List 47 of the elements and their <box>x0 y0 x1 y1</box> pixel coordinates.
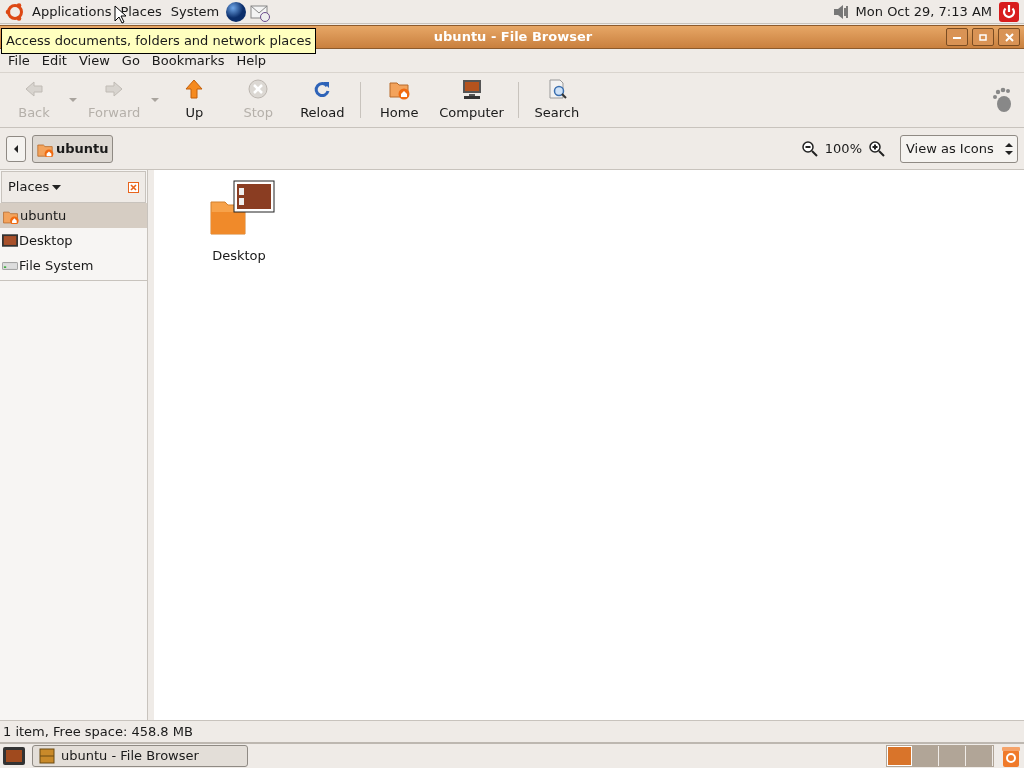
panel-menu[interactable]: Applications <box>28 0 116 23</box>
minimize-icon <box>953 35 961 39</box>
power-icon[interactable] <box>998 0 1020 23</box>
computer-icon <box>460 77 483 100</box>
toolbar-button[interactable]: Home <box>367 75 432 125</box>
zoom-level: 100% <box>824 139 862 158</box>
close-button[interactable] <box>998 28 1020 46</box>
footprint-logo-icon <box>990 87 1014 113</box>
tooltip: Access documents, folders and network places <box>1 28 317 54</box>
status-text: 1 item, Free space: 458.8 MB <box>3 722 193 741</box>
up-arrow-icon <box>183 77 206 100</box>
volume-icon[interactable] <box>831 2 850 21</box>
view-dropdown[interactable]: View as Icons <box>900 134 1018 163</box>
window-title: ubuntu - File Browser <box>433 28 593 47</box>
trash-icon[interactable] <box>1000 744 1022 768</box>
toolbar-button[interactable]: Computer <box>431 75 512 125</box>
taskbar-button[interactable]: ubuntu - File Browser <box>32 745 248 767</box>
sidebar-item[interactable]: File System <box>0 253 147 278</box>
sidebar-item[interactable]: Desktop <box>0 228 147 253</box>
panel-menu[interactable]: System <box>166 0 224 23</box>
monitor-icon <box>2 234 18 247</box>
stop-icon <box>247 77 270 100</box>
maximize-icon <box>979 33 987 41</box>
zoom-out-icon[interactable] <box>800 139 819 158</box>
zoom-in-icon[interactable] <box>868 139 886 158</box>
left-arrow-icon <box>13 144 19 153</box>
sidebar-item[interactable]: ubuntu <box>0 203 147 228</box>
maximize-button[interactable] <box>972 28 994 46</box>
updown-arrows-icon <box>1005 141 1013 156</box>
drive-icon <box>2 261 18 270</box>
path-button[interactable]: ubuntu <box>32 134 113 163</box>
close-icon <box>1004 32 1014 42</box>
toolbar-button[interactable]: Search <box>524 75 589 125</box>
minimize-button[interactable] <box>946 28 968 46</box>
clock[interactable]: Mon Oct 29, 7:13 AM <box>851 1 996 22</box>
caret-icon <box>151 98 160 102</box>
close-icon[interactable] <box>128 181 139 193</box>
ubuntu-logo-icon[interactable] <box>4 0 26 23</box>
show-desktop-icon[interactable] <box>2 746 26 766</box>
caret-icon <box>69 98 77 102</box>
history-back-button[interactable] <box>6 135 26 162</box>
globe-icon[interactable] <box>225 0 248 23</box>
file-label[interactable]: Desktop <box>212 246 266 266</box>
caret-icon <box>52 184 62 190</box>
file-cabinet-icon <box>39 748 55 764</box>
toolbar-button[interactable]: Reload <box>290 75 355 125</box>
toolbar-button[interactable]: Up <box>162 75 227 125</box>
